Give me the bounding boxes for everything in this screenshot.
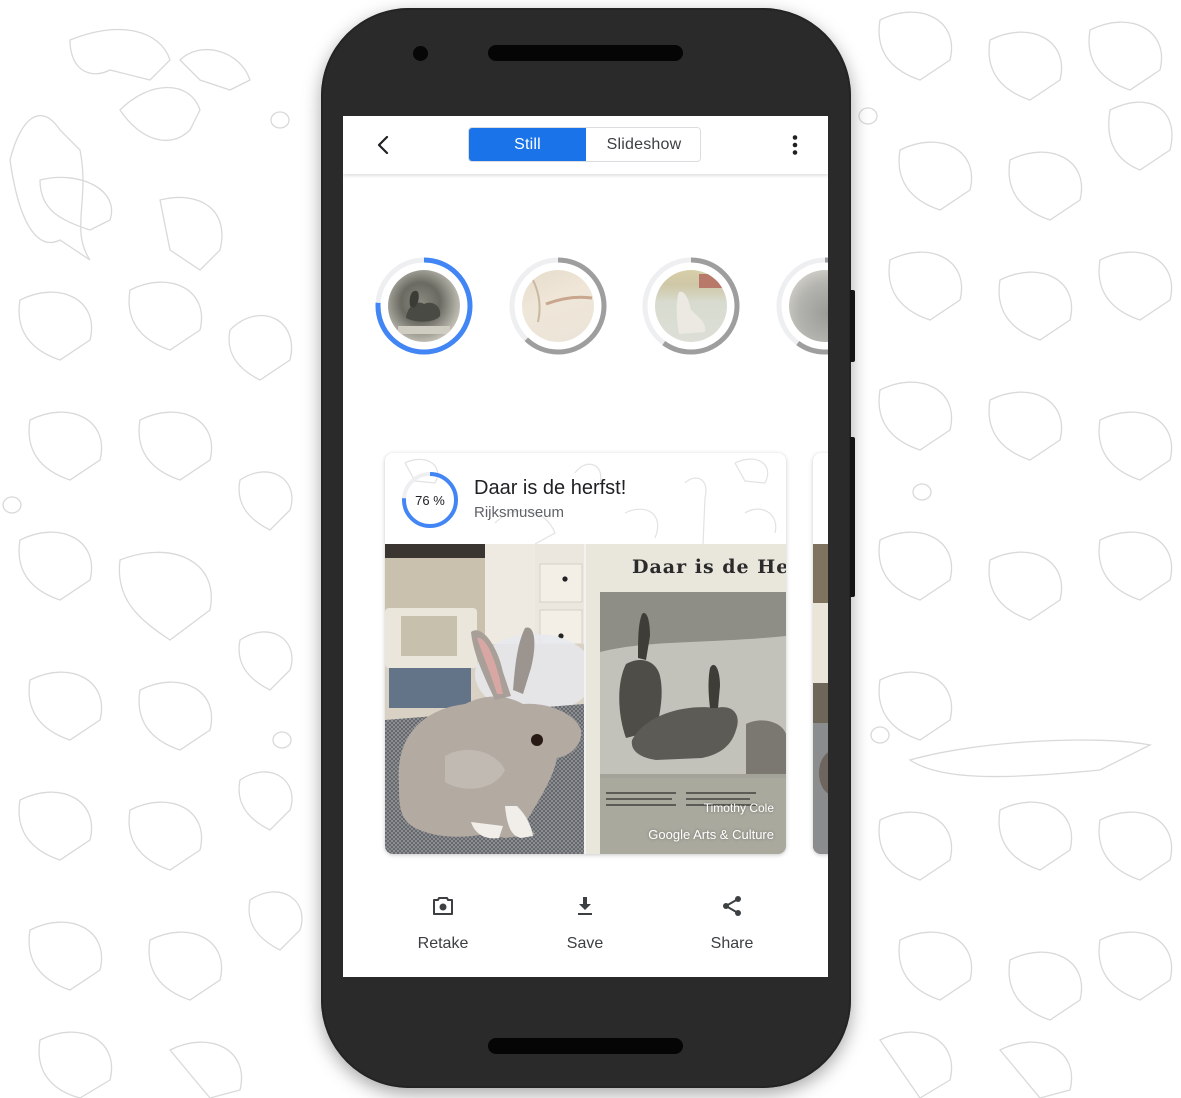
artwork-title: Daar is de herfst!	[474, 477, 627, 499]
user-photo	[385, 544, 584, 854]
chevron-left-icon	[377, 135, 389, 155]
match-progress-ring	[642, 257, 740, 355]
match-progress-ring	[776, 257, 828, 355]
match-thumbnail[interactable]	[775, 256, 828, 356]
match-thumbnail[interactable]	[641, 256, 741, 356]
match-percent-label: 76 %	[415, 492, 445, 508]
artist-credit: Timothy Cole	[703, 801, 774, 815]
back-button[interactable]	[373, 134, 395, 156]
next-result-card[interactable]	[813, 453, 828, 854]
share-label: Share	[710, 935, 754, 952]
share-icon	[723, 896, 741, 916]
camera-retake-icon	[433, 897, 453, 915]
earpiece-speaker	[488, 45, 683, 61]
save-button[interactable]: Save	[530, 886, 640, 966]
matched-artwork: Daar is de Her Timothy Cole Google Arts …	[586, 544, 786, 854]
app-bar: Still Slideshow	[343, 116, 828, 174]
retake-label: Retake	[417, 935, 469, 952]
app-screen: Still Slideshow 76 % Daar is de herfst! …	[343, 116, 828, 977]
download-icon	[578, 897, 592, 915]
tab-still[interactable]: Still	[469, 128, 586, 161]
power-button	[850, 290, 855, 362]
match-progress-ring	[375, 257, 473, 355]
mode-toggle: Still Slideshow	[468, 127, 701, 162]
brand-credit: Google Arts & Culture	[648, 827, 774, 842]
more-options-button[interactable]	[785, 134, 805, 156]
volume-button	[850, 437, 855, 597]
action-bar: Retake Save Share	[343, 886, 828, 966]
result-card-header: 76 % Daar is de herfst! Rijksmuseum	[385, 453, 786, 544]
save-label: Save	[566, 935, 604, 952]
tab-slideshow[interactable]: Slideshow	[586, 128, 700, 161]
match-carousel	[343, 256, 828, 360]
more-vert-icon	[792, 135, 798, 155]
retake-button[interactable]: Retake	[388, 886, 498, 966]
share-button[interactable]: Share	[677, 886, 787, 966]
result-card[interactable]: 76 % Daar is de herfst! Rijksmuseum Daar…	[385, 453, 786, 854]
match-thumbnail[interactable]	[374, 256, 474, 356]
match-progress-ring	[509, 257, 607, 355]
front-camera	[413, 46, 428, 61]
match-thumbnail[interactable]	[508, 256, 608, 356]
artwork-heading-text: Daar is de Her	[632, 556, 786, 578]
artwork-museum: Rijksmuseum	[474, 504, 565, 521]
bottom-speaker	[488, 1038, 683, 1054]
